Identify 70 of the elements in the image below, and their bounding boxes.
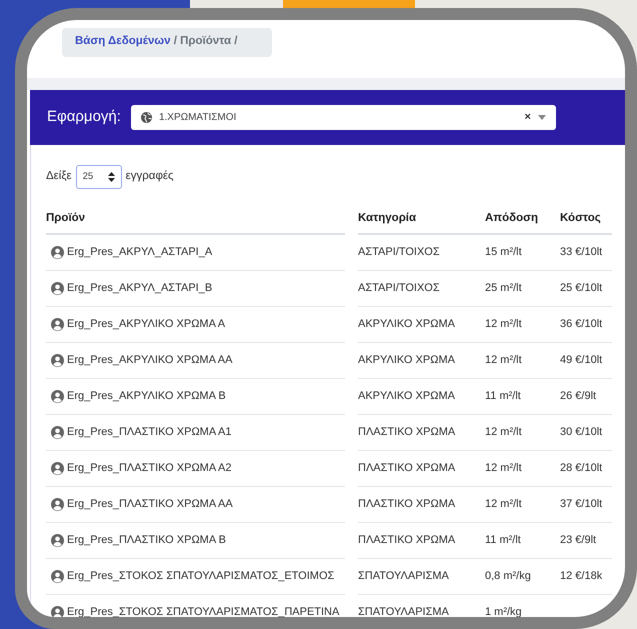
table-cell: 33 €/10lt [560,235,612,271]
table-cell: 49 €/10lt [560,343,612,379]
table-cell: 25 €/10lt [560,271,612,307]
product-name: Erg_Pres_ΠΛΑΣΤΙΚΟ ΧΡΩΜΑ Β [67,533,226,548]
breadcrumb-separator: / [174,35,177,47]
product-name: Erg_Pres_ΑΚΡΥΛΙΚΟ ΧΡΩΜΑ Α [67,317,226,332]
user-icon [51,462,64,475]
user-icon [51,570,64,583]
table-cell: 26 €/9lt [560,379,612,415]
breadcrumb-link[interactable]: Βάση Δεδομένων [75,35,170,47]
table-cell: ΣΠΑΤΟΥΛΑΡΙΣΜΑ [358,595,485,617]
entries-label: εγγραφές [126,169,174,184]
table-cell: 30 €/10lt [560,415,612,451]
table-cell: 37 €/10lt [560,487,612,523]
table-cell: 12 m²/lt [485,343,560,379]
table-cell: 0,8 m²/kg [485,559,560,595]
user-icon [51,534,64,547]
column-header[interactable]: Κόστος [560,205,612,235]
table-cell: 12 m²/lt [485,415,560,451]
table-cell: ΑΣΤΑΡΙ/ΤΟΙΧΟΣ [358,235,485,271]
table-cell: 11 m²/lt [485,379,560,415]
product-name: Erg_Pres_ΑΚΡΥΛΙΚΟ ΧΡΩΜΑ ΑΑ [67,353,232,368]
table-cell: 12 m²/lt [485,307,560,343]
table-cell: 36 €/10lt [560,307,612,343]
product-name: Erg_Pres_ΠΛΑΣΤΙΚΟ ΧΡΩΜΑ ΑΑ [67,497,233,512]
column-header[interactable]: Προϊόν [46,205,345,235]
product-name: Erg_Pres_ΑΚΡΥΛΙΚΟ ΧΡΩΜΑ Β [67,389,226,404]
table-cell: 12 €/18k [560,559,612,595]
user-icon [51,246,64,259]
table-cell: ΑΚΡΥΛΙΚΟ ΧΡΩΜΑ [358,307,485,343]
clear-button[interactable]: × [524,109,531,126]
table-cell: ΣΠΑΤΟΥΛΑΡΙΣΜΑ [358,559,485,595]
table-cell: ΠΛΑΣΤΙΚΟ ΧΡΩΜΑ [358,415,485,451]
table-cell: ΠΛΑΣΤΙΚΟ ΧΡΩΜΑ [358,523,485,559]
table-cell: 11 m²/lt [485,523,560,559]
user-icon [51,426,64,439]
table-cell: ΑΚΡΥΛΙΚΟ ΧΡΩΜΑ [358,379,485,415]
product-name: Erg_Pres_ΑΚΡΥΛ_ΑΣΤΑΡΙ_Α [67,245,212,260]
product-name: Erg_Pres_ΠΛΑΣΤΙΚΟ ΧΡΩΜΑ Α2 [67,461,232,476]
table-cell: ΑΚΡΥΛΙΚΟ ΧΡΩΜΑ [358,343,485,379]
table-cell: 28 €/10lt [560,451,612,487]
table-cell: ΑΣΤΑΡΙ/ΤΟΙΧΟΣ [358,271,485,307]
user-icon [51,390,64,403]
user-icon [51,606,64,617]
table-cell: ΠΛΑΣΤΙΚΟ ΧΡΩΜΑ [358,487,485,523]
table-cell: 12 m²/lt [485,487,560,523]
table-cell: 12 m²/lt [485,451,560,487]
product-name: Erg_Pres_ΑΚΡΥΛ_ΑΣΤΑΡΙ_Β [67,281,212,296]
filter-label: Εφαρμογή: [47,107,121,128]
user-icon [51,354,64,367]
selected-value: 1.ΧΡΩΜΑΤΙΣΜΟΙ [158,111,236,125]
table-cell: 15 m²/lt [485,235,560,271]
sort-arrows-icon [108,172,115,182]
breadcrumb-separator: / [234,35,238,47]
column-header[interactable]: Απόδοση [485,205,560,235]
product-name: Erg_Pres_ΠΛΑΣΤΙΚΟ ΧΡΩΜΑ Α1 [67,425,232,440]
caret-icon [538,115,546,120]
page-length-select[interactable]: 25 [76,165,122,189]
show-label: Δείξε [46,169,72,184]
globe-icon [140,112,152,123]
product-name: Erg_Pres_ΣΤΟΚΟΣ ΣΠΑΤΟΥΛΑΡΙΣΜΑΤΟΣ_ΕΤΟΙΜΟΣ [67,569,334,584]
column-header[interactable]: Κατηγορία [358,205,485,235]
breadcrumb-current: Προϊόντα [180,35,232,47]
table-cell: 25 m²/lt [485,271,560,307]
application-select[interactable]: 1.ΧΡΩΜΑΤΙΣΜΟΙ × [130,105,556,130]
user-icon [51,498,64,511]
user-icon [51,282,64,295]
table-cell: 23 €/9lt [560,523,612,559]
user-icon [51,318,64,331]
table-cell: ΠΛΑΣΤΙΚΟ ΧΡΩΜΑ [358,451,485,487]
